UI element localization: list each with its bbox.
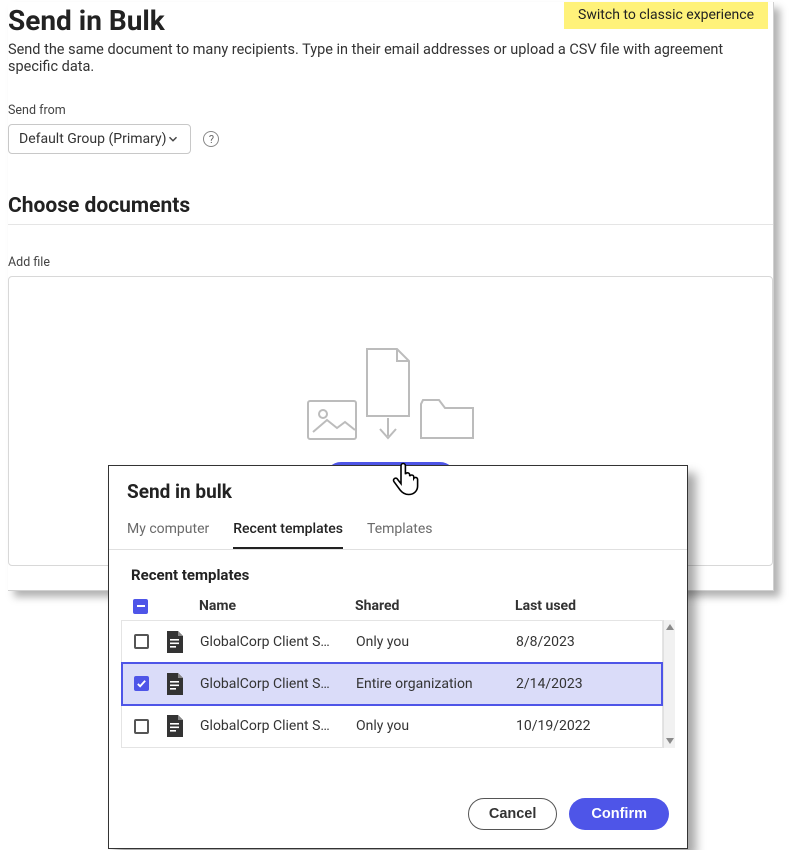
tab-my-computer[interactable]: My computer — [127, 513, 209, 549]
send-from-selected: Default Group (Primary) — [19, 131, 166, 147]
scroll-up-icon[interactable] — [665, 622, 675, 632]
tab-templates[interactable]: Templates — [367, 513, 433, 549]
scrollbar[interactable] — [663, 620, 675, 748]
column-name[interactable]: Name — [199, 598, 355, 614]
row-shared: Entire organization — [356, 676, 516, 692]
choose-documents-heading: Choose documents — [8, 194, 773, 225]
document-icon — [166, 631, 200, 653]
document-download-icon — [363, 348, 413, 440]
classic-experience-banner[interactable]: Switch to classic experience — [564, 2, 768, 29]
table-row[interactable]: GlobalCorp Client S…Only you10/19/2022 — [122, 705, 662, 747]
add-file-label: Add file — [8, 255, 773, 270]
column-last-used[interactable]: Last used — [515, 598, 675, 614]
table-row[interactable]: GlobalCorp Client S…Only you8/8/2023 — [122, 621, 662, 663]
row-last-used: 2/14/2023 — [516, 676, 662, 692]
row-name: GlobalCorp Client S… — [200, 718, 356, 734]
row-last-used: 10/19/2022 — [516, 718, 662, 734]
table-row[interactable]: GlobalCorp Client S…Entire organization2… — [122, 663, 662, 705]
cancel-button[interactable]: Cancel — [468, 798, 558, 830]
document-icon — [166, 715, 200, 737]
modal-tabs: My computer Recent templates Templates — [109, 507, 687, 550]
tab-recent-templates[interactable]: Recent templates — [233, 513, 343, 549]
row-checkbox[interactable] — [134, 719, 149, 734]
table-header: Name Shared Last used — [121, 592, 675, 620]
recent-templates-heading: Recent templates — [109, 550, 687, 592]
modal-title: Send in bulk — [109, 466, 687, 507]
row-name: GlobalCorp Client S… — [200, 634, 356, 650]
image-icon — [307, 400, 357, 440]
row-name: GlobalCorp Client S… — [200, 676, 356, 692]
send-from-label: Send from — [8, 103, 773, 118]
document-icon — [166, 673, 200, 695]
select-all-checkbox[interactable] — [133, 599, 148, 614]
help-icon[interactable]: ? — [203, 131, 219, 147]
templates-table: Name Shared Last used GlobalCorp Client … — [121, 592, 675, 748]
scroll-down-icon[interactable] — [665, 736, 675, 746]
row-shared: Only you — [356, 718, 516, 734]
folder-icon — [419, 396, 475, 440]
send-from-dropdown[interactable]: Default Group (Primary) — [8, 124, 191, 154]
column-shared[interactable]: Shared — [355, 598, 515, 614]
row-checkbox[interactable] — [134, 676, 149, 691]
row-checkbox[interactable] — [134, 634, 149, 649]
chevron-down-icon — [166, 132, 180, 146]
row-last-used: 8/8/2023 — [516, 634, 662, 650]
drop-illustration — [307, 348, 475, 440]
confirm-button[interactable]: Confirm — [569, 798, 669, 830]
row-shared: Only you — [356, 634, 516, 650]
page-subtitle: Send the same document to many recipient… — [8, 41, 773, 75]
choose-files-modal: Send in bulk My computer Recent template… — [108, 465, 688, 849]
